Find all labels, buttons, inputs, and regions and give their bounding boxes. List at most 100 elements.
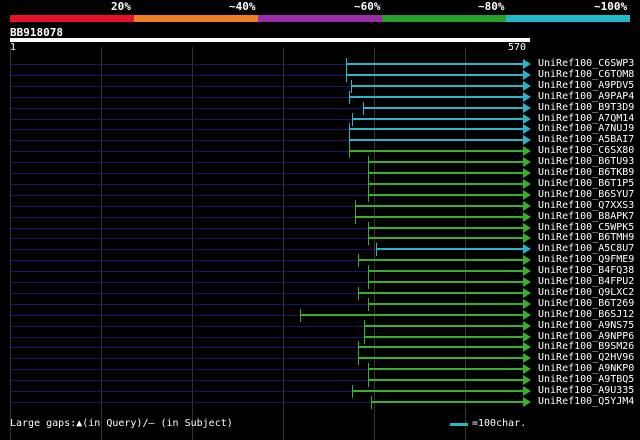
- hit-label[interactable]: UniRef100_B9T3D9: [538, 102, 634, 113]
- hit-arrow-icon: [523, 201, 531, 211]
- hit-label[interactable]: UniRef100_Q9LXC2: [538, 287, 634, 298]
- hit-alignment-bar[interactable]: [368, 172, 523, 174]
- grid-line: [465, 47, 466, 440]
- hit-arrow-icon: [523, 114, 531, 124]
- hit-label[interactable]: UniRef100_A9PAP4: [538, 91, 634, 102]
- hit-label[interactable]: UniRef100_B9SM26: [538, 341, 634, 352]
- hit-label[interactable]: UniRef100_A9NS75: [538, 320, 634, 331]
- hit-alignment-bar[interactable]: [368, 379, 523, 381]
- hit-label[interactable]: UniRef100_A5C8U7: [538, 243, 634, 254]
- hit-alignment-bar[interactable]: [349, 150, 523, 152]
- hit-label[interactable]: UniRef100_B6SYU7: [538, 189, 634, 200]
- gaps-legend: Large gaps:▲(in Query)/— (in Subject): [10, 418, 233, 429]
- hit-label[interactable]: UniRef100_Q7XXS3: [538, 200, 634, 211]
- hit-alignment-bar[interactable]: [368, 161, 523, 163]
- hit-alignment-bar[interactable]: [363, 107, 523, 109]
- hit-label[interactable]: UniRef100_B8APK7: [538, 211, 634, 222]
- hit-label[interactable]: UniRef100_Q9FME9: [538, 254, 634, 265]
- grid-line: [192, 47, 193, 440]
- hit-alignment-bar[interactable]: [368, 270, 523, 272]
- hit-alignment-bar[interactable]: [358, 292, 523, 294]
- hit-unaligned-line: [10, 86, 351, 87]
- hit-alignment-bar[interactable]: [349, 139, 523, 141]
- hit-label[interactable]: UniRef100_Q5YJM4: [538, 396, 634, 407]
- hit-alignment-bar[interactable]: [368, 227, 523, 229]
- hit-label[interactable]: UniRef100_A9TBQ5: [538, 374, 634, 385]
- hit-unaligned-line: [10, 173, 368, 174]
- hit-unaligned-line: [10, 162, 368, 163]
- hit-alignment-bar[interactable]: [355, 205, 523, 207]
- hit-label[interactable]: UniRef100_B4FPU2: [538, 276, 634, 287]
- hit-alignment-bar[interactable]: [349, 96, 523, 98]
- hit-label[interactable]: UniRef100_B6TMH9: [538, 232, 634, 243]
- hit-label[interactable]: UniRef100_B6T269: [538, 298, 634, 309]
- hit-label[interactable]: UniRef100_C6SWP3: [538, 58, 634, 69]
- hit-unaligned-line: [10, 337, 364, 338]
- hit-alignment-bar[interactable]: [346, 63, 523, 65]
- hit-alignment-bar[interactable]: [349, 128, 523, 130]
- hit-alignment-bar[interactable]: [368, 281, 523, 283]
- hit-label[interactable]: UniRef100_B6T1P5: [538, 178, 634, 189]
- hit-arrow-icon: [523, 233, 531, 243]
- hit-unaligned-line: [10, 249, 376, 250]
- hit-label[interactable]: UniRef100_B6SJ12: [538, 309, 634, 320]
- hit-unaligned-line: [10, 238, 368, 239]
- hit-label[interactable]: UniRef100_C6SX80: [538, 145, 634, 156]
- hit-alignment-bar[interactable]: [300, 314, 523, 316]
- hit-unaligned-line: [10, 271, 368, 272]
- hit-alignment-bar[interactable]: [368, 183, 523, 185]
- hit-alignment-bar[interactable]: [355, 216, 523, 218]
- hit-alignment-bar[interactable]: [376, 248, 523, 250]
- hit-label[interactable]: UniRef100_A5BAI7: [538, 134, 634, 145]
- hit-unaligned-line: [10, 64, 346, 65]
- scale-key-bar: [450, 423, 468, 426]
- hit-label[interactable]: UniRef100_A7NUJ9: [538, 123, 634, 134]
- hit-unaligned-line: [10, 304, 368, 305]
- hit-arrow-icon: [523, 92, 531, 102]
- scale-key-label: =100char.: [472, 418, 527, 429]
- hit-arrow-icon: [523, 168, 531, 178]
- hit-label[interactable]: UniRef100_B4FQ38: [538, 265, 634, 276]
- hit-arrow-icon: [523, 81, 531, 91]
- hit-label[interactable]: UniRef100_B6TU93: [538, 156, 634, 167]
- hit-arrow-icon: [523, 255, 531, 265]
- hit-unaligned-line: [10, 97, 349, 98]
- hit-alignment-bar[interactable]: [358, 357, 523, 359]
- hit-alignment-bar[interactable]: [351, 85, 523, 87]
- hit-alignment-bar[interactable]: [352, 118, 523, 120]
- legend-segment: [10, 15, 134, 22]
- hit-label[interactable]: UniRef100_Q2HV96: [538, 352, 634, 363]
- hit-alignment-bar[interactable]: [368, 194, 523, 196]
- hit-alignment-bar[interactable]: [364, 325, 523, 327]
- legend-segment: [134, 15, 258, 22]
- hit-label[interactable]: UniRef100_A9U335: [538, 385, 634, 396]
- query-end-label: 570: [508, 42, 527, 53]
- hit-arrow-icon: [523, 135, 531, 145]
- hit-label[interactable]: UniRef100_A9PDV5: [538, 80, 634, 91]
- hit-alignment-bar[interactable]: [358, 259, 523, 261]
- hit-alignment-bar[interactable]: [368, 303, 523, 305]
- hit-unaligned-line: [10, 206, 355, 207]
- hit-alignment-bar[interactable]: [352, 390, 523, 392]
- hit-label[interactable]: UniRef100_C6TOM8: [538, 69, 634, 80]
- hit-alignment-bar[interactable]: [368, 237, 523, 239]
- hit-alignment-bar[interactable]: [346, 74, 523, 76]
- hit-label[interactable]: UniRef100_A9NKP0: [538, 363, 634, 374]
- hit-arrow-icon: [523, 179, 531, 189]
- legend-percent-label: 20%: [111, 0, 131, 13]
- grid-line: [283, 47, 284, 440]
- hit-alignment-bar[interactable]: [371, 401, 523, 403]
- hit-arrow-icon: [523, 386, 531, 396]
- hit-alignment-bar[interactable]: [364, 336, 523, 338]
- hit-alignment-bar[interactable]: [368, 368, 523, 370]
- hit-label[interactable]: UniRef100_B6TKB9: [538, 167, 634, 178]
- hit-arrow-icon: [523, 212, 531, 222]
- hit-arrow-icon: [523, 397, 531, 407]
- hit-arrow-icon: [523, 277, 531, 287]
- hit-arrow-icon: [523, 244, 531, 254]
- hit-unaligned-line: [10, 184, 368, 185]
- grid-line: [374, 47, 375, 440]
- hit-alignment-bar[interactable]: [358, 346, 523, 348]
- hit-unaligned-line: [10, 293, 358, 294]
- hit-arrow-icon: [523, 288, 531, 298]
